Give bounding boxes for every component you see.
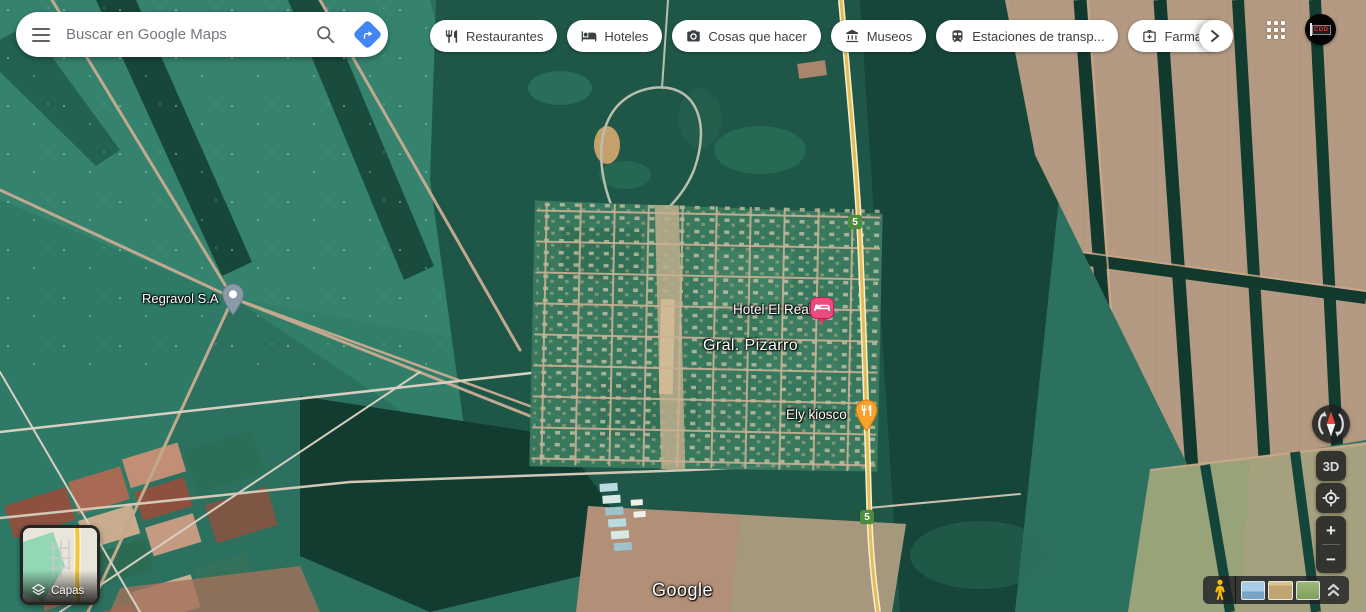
photo-thumbnail-sky[interactable]	[1241, 581, 1265, 600]
google-maps-app: Regravol S.A Hotel El Real Gral. Pizarro…	[0, 0, 1366, 612]
directions-button[interactable]	[346, 12, 388, 57]
chips-scroll-next-button[interactable]	[1199, 20, 1231, 52]
avatar-flag-text: CDD	[1312, 25, 1332, 35]
search-button[interactable]	[304, 12, 346, 57]
compass-icon	[1312, 405, 1350, 443]
layers-overlay: Capas	[23, 570, 97, 602]
route-5-shield: 5	[848, 215, 862, 229]
photo-thumbnail-green[interactable]	[1296, 581, 1320, 600]
pharmacy-icon	[1142, 29, 1157, 44]
camera-icon	[686, 29, 701, 44]
satellite-map-canvas[interactable]	[0, 0, 1366, 612]
category-chips: Restaurantes Hoteles Cosas que hacer Mus…	[430, 20, 1233, 52]
layers-widget[interactable]: Capas	[20, 525, 100, 605]
restaurant-pin-icon[interactable]	[854, 399, 879, 433]
zoom-in-button[interactable]: +	[1316, 516, 1346, 544]
route-number: 5	[852, 217, 858, 228]
museum-icon	[845, 29, 860, 44]
hotel-icon	[581, 28, 597, 44]
route-number: 5	[864, 512, 870, 523]
pegman-button[interactable]	[1207, 577, 1232, 603]
account-avatar[interactable]: CDD	[1305, 14, 1336, 45]
chip-label: Hoteles	[604, 29, 648, 44]
poi-label-hotel-el-real[interactable]: Hotel El Real	[733, 302, 812, 317]
my-location-icon	[1321, 488, 1341, 508]
compass-control[interactable]	[1312, 405, 1350, 443]
chip-label: Restaurantes	[466, 29, 543, 44]
poi-label-ely-kiosco[interactable]: Ely kiosco	[786, 407, 847, 422]
chip-label: Museos	[867, 29, 913, 44]
photo-thumbnail-field[interactable]	[1268, 581, 1292, 600]
chevron-right-icon	[1210, 29, 1220, 43]
transit-icon	[950, 29, 965, 44]
my-location-button[interactable]	[1316, 483, 1346, 513]
chip-restaurantes[interactable]: Restaurantes	[430, 20, 557, 52]
3d-view-button[interactable]: 3D	[1316, 451, 1346, 481]
town-label-gral-pizarro: Gral. Pizarro	[703, 337, 798, 355]
poi-label-regravol[interactable]: Regravol S.A	[142, 291, 219, 306]
zoom-control: + −	[1316, 516, 1346, 573]
restaurant-icon	[444, 29, 459, 44]
chip-cosas-que-hacer[interactable]: Cosas que hacer	[672, 20, 820, 52]
hotel-pin-icon[interactable]	[809, 296, 835, 330]
hamburger-icon	[32, 24, 50, 46]
search-bar	[16, 12, 388, 57]
generic-place-pin-icon[interactable]	[221, 283, 245, 317]
search-input[interactable]	[66, 26, 304, 43]
zoom-out-button[interactable]: −	[1316, 545, 1346, 573]
google-apps-grid-button[interactable]	[1267, 21, 1285, 39]
layers-icon	[31, 582, 46, 597]
street-view-imagery-bar	[1203, 576, 1349, 604]
expand-imagery-button[interactable]	[1322, 577, 1345, 603]
chip-label: Estaciones de transp...	[972, 29, 1104, 44]
route-5-shield: 5	[860, 510, 874, 524]
3d-label: 3D	[1323, 459, 1340, 474]
chip-estaciones-transporte[interactable]: Estaciones de transp...	[936, 20, 1118, 52]
chevron-up-double-icon	[1326, 582, 1341, 598]
avatar-flag-image: CDD	[1310, 23, 1331, 36]
pegman-icon	[1212, 579, 1228, 601]
search-icon	[315, 24, 336, 45]
bar-divider	[1235, 576, 1236, 604]
google-watermark: Google	[652, 580, 713, 601]
layers-label: Capas	[51, 585, 84, 597]
menu-button[interactable]	[16, 12, 66, 57]
chip-hoteles[interactable]: Hoteles	[567, 20, 662, 52]
chip-label: Cosas que hacer	[708, 29, 806, 44]
directions-icon	[352, 20, 382, 50]
chip-museos[interactable]: Museos	[831, 20, 927, 52]
